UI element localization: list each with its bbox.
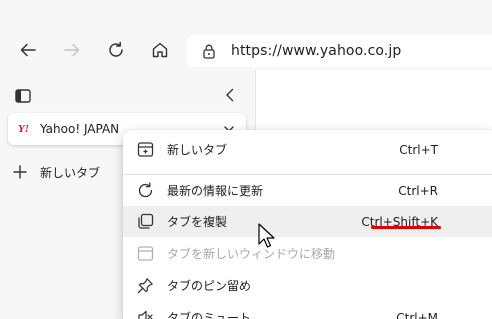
arrow-right-icon [64, 43, 80, 57]
move-window-icon [137, 246, 154, 261]
refresh-icon [109, 41, 123, 57]
home-button[interactable] [146, 36, 174, 64]
menu-item-label: タブを新しいウィンドウに移動 [167, 247, 336, 261]
new-tab-label: 新しいタブ [40, 165, 101, 180]
address-bar[interactable]: https://www.yahoo.co.jp [187, 35, 492, 67]
home-icon [152, 42, 168, 58]
chevron-left-icon[interactable] [221, 86, 239, 104]
menu-item-mute-tab[interactable]: タブのミュート Ctrl+M [123, 302, 492, 319]
back-button[interactable] [14, 36, 42, 64]
plus-icon [13, 165, 27, 179]
pin-icon [137, 278, 153, 294]
new-tab-button[interactable]: 新しいタブ [12, 160, 100, 184]
duplicate-tab-icon [138, 213, 154, 229]
forward-button[interactable] [58, 36, 86, 64]
menu-item-label: 最新の情報に更新 [167, 184, 264, 198]
menu-item-label: タブのピン留め [167, 279, 252, 293]
tab-actions-icon[interactable] [14, 87, 32, 105]
menu-item-duplicate-tab[interactable]: タブを複製 Ctrl+Shift+K [123, 206, 492, 237]
menu-item-shortcut: Ctrl+R [398, 183, 438, 198]
menu-item-label: タブのミュート [167, 311, 252, 319]
menu-item-move-to-new-window: タブを新しいウィンドウに移動 [123, 238, 492, 269]
mute-icon [138, 310, 153, 319]
arrow-left-icon [20, 43, 36, 57]
tab-title: Yahoo! JAPAN [40, 122, 120, 136]
yahoo-favicon-icon: Y! [18, 123, 29, 135]
mouse-cursor-icon [258, 223, 275, 248]
tab-context-menu: 新しいタブ Ctrl+T 最新の情報に更新 Ctrl+R タブを複製 Ctrl+… [123, 130, 492, 319]
menu-item-label: 新しいタブ [167, 143, 228, 157]
refresh-button[interactable] [102, 36, 130, 64]
browser-toolbar: https://www.yahoo.co.jp [0, 0, 492, 70]
annotation-underline [371, 226, 441, 229]
new-tab-icon [137, 142, 154, 157]
menu-item-refresh[interactable]: 最新の情報に更新 Ctrl+R [123, 175, 492, 206]
menu-item-pin-tab[interactable]: タブのピン留め [123, 270, 492, 301]
refresh-icon [138, 182, 153, 198]
menu-item-new-tab[interactable]: 新しいタブ Ctrl+T [123, 134, 492, 165]
menu-item-label: タブを複製 [167, 215, 228, 229]
menu-item-shortcut: Ctrl+T [399, 142, 438, 157]
menu-item-shortcut: Ctrl+M [396, 310, 438, 319]
lock-icon[interactable] [201, 43, 217, 59]
url-text[interactable]: https://www.yahoo.co.jp [231, 43, 401, 59]
